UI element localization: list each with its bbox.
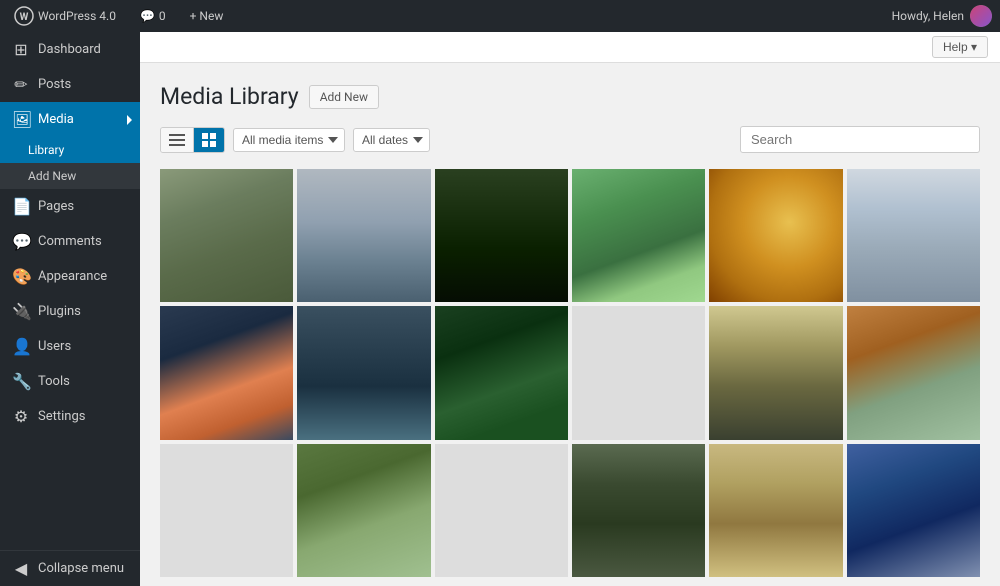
- appearance-icon: 🎨: [12, 267, 30, 286]
- media-submenu: Library Add New: [0, 137, 140, 189]
- date-filter[interactable]: All dates: [353, 128, 430, 152]
- wp-logo[interactable]: W WordPress 4.0: [8, 0, 122, 32]
- media-grid-item[interactable]: [160, 169, 293, 302]
- toolbar-left: All media items Images Audio Video All d…: [160, 127, 732, 153]
- sidebar-item-collapse[interactable]: ◀ Collapse menu: [0, 551, 140, 586]
- media-grid-item[interactable]: [709, 306, 842, 439]
- media-grid-item[interactable]: [297, 306, 430, 439]
- media-grid-item[interactable]: [847, 444, 980, 577]
- dashboard-icon: ⊞: [12, 40, 30, 59]
- sidebar-label-appearance: Appearance: [38, 269, 107, 284]
- media-grid-item[interactable]: [435, 169, 568, 302]
- sidebar-item-posts[interactable]: ✏ Posts: [0, 67, 140, 102]
- sidebar: ⊞ Dashboard ✏ Posts 🖼 Media Library Add …: [0, 32, 140, 586]
- sidebar-item-dashboard[interactable]: ⊞ Dashboard: [0, 32, 140, 67]
- sidebar-item-settings[interactable]: ⚙ Settings: [0, 399, 140, 434]
- grid-view-button[interactable]: [194, 128, 224, 152]
- sidebar-item-appearance[interactable]: 🎨 Appearance: [0, 259, 140, 294]
- posts-icon: ✏: [12, 75, 30, 94]
- plugins-icon: 🔌: [12, 302, 30, 321]
- comment-icon: 💬: [140, 9, 155, 23]
- media-grid-item[interactable]: [297, 169, 430, 302]
- sidebar-item-users[interactable]: 👤 Users: [0, 329, 140, 364]
- new-label: + New: [190, 9, 224, 23]
- pages-icon: 📄: [12, 197, 30, 216]
- sidebar-label-dashboard: Dashboard: [38, 42, 101, 57]
- settings-icon: ⚙: [12, 407, 30, 426]
- sidebar-label-media: Media: [38, 112, 74, 127]
- sidebar-label-users: Users: [38, 339, 71, 354]
- avatar[interactable]: [970, 5, 992, 27]
- collapse-label: Collapse menu: [38, 561, 124, 576]
- media-grid-item[interactable]: [572, 444, 705, 577]
- page-title: Media Library: [160, 83, 299, 110]
- page-title-row: Media Library Add New: [160, 83, 980, 110]
- media-grid-item[interactable]: [572, 306, 705, 439]
- sidebar-item-media[interactable]: 🖼 Media: [0, 102, 140, 137]
- help-bar: Help ▾: [140, 32, 1000, 63]
- sidebar-label-pages: Pages: [38, 199, 74, 214]
- media-grid-item[interactable]: [297, 444, 430, 577]
- howdy-text: Howdy, Helen: [892, 5, 992, 27]
- media-grid-item[interactable]: [709, 169, 842, 302]
- media-grid-item[interactable]: [435, 444, 568, 577]
- new-content-item[interactable]: + New: [184, 0, 230, 32]
- comments-icon: 💬: [12, 232, 30, 251]
- collapse-icon: ◀: [12, 559, 30, 578]
- media-grid-item[interactable]: [572, 169, 705, 302]
- toolbar-right: [740, 126, 980, 153]
- view-toggle: [160, 127, 225, 153]
- page-content: Media Library Add New: [140, 63, 1000, 586]
- sidebar-label-settings: Settings: [38, 409, 85, 424]
- media-grid-item[interactable]: [847, 306, 980, 439]
- admin-bar: W WordPress 4.0 💬 0 + New Howdy, Helen: [0, 0, 1000, 32]
- content-area: Help ▾ Media Library Add New: [140, 32, 1000, 586]
- sidebar-label-comments: Comments: [38, 234, 102, 249]
- comments-bar-item[interactable]: 💬 0: [134, 0, 172, 32]
- media-toolbar: All media items Images Audio Video All d…: [160, 126, 980, 153]
- media-arrow: [127, 115, 132, 125]
- sidebar-label-tools: Tools: [38, 374, 70, 389]
- list-view-button[interactable]: [161, 128, 194, 152]
- media-icon: 🖼: [12, 110, 30, 129]
- sidebar-label-posts: Posts: [38, 77, 71, 92]
- sidebar-item-plugins[interactable]: 🔌 Plugins: [0, 294, 140, 329]
- media-grid-item[interactable]: [435, 306, 568, 439]
- help-button[interactable]: Help ▾: [932, 36, 988, 58]
- svg-text:W: W: [20, 12, 29, 23]
- media-grid-item[interactable]: [709, 444, 842, 577]
- add-new-button[interactable]: Add New: [309, 85, 379, 109]
- search-input[interactable]: [740, 126, 980, 153]
- sidebar-item-pages[interactable]: 📄 Pages: [0, 189, 140, 224]
- sidebar-item-library[interactable]: Library: [0, 137, 140, 163]
- tools-icon: 🔧: [12, 372, 30, 391]
- media-type-filter[interactable]: All media items Images Audio Video: [233, 128, 345, 152]
- comment-count: 0: [159, 9, 166, 23]
- media-grid-item[interactable]: [160, 306, 293, 439]
- library-label: Library: [28, 143, 64, 157]
- media-grid-item[interactable]: [847, 169, 980, 302]
- add-new-label: Add New: [28, 169, 76, 183]
- media-grid-item[interactable]: [160, 444, 293, 577]
- sidebar-item-comments[interactable]: 💬 Comments: [0, 224, 140, 259]
- sidebar-item-tools[interactable]: 🔧 Tools: [0, 364, 140, 399]
- sidebar-label-plugins: Plugins: [38, 304, 81, 319]
- site-title: WordPress 4.0: [38, 9, 116, 23]
- media-grid: [160, 169, 980, 577]
- sidebar-item-add-new[interactable]: Add New: [0, 163, 140, 189]
- users-icon: 👤: [12, 337, 30, 356]
